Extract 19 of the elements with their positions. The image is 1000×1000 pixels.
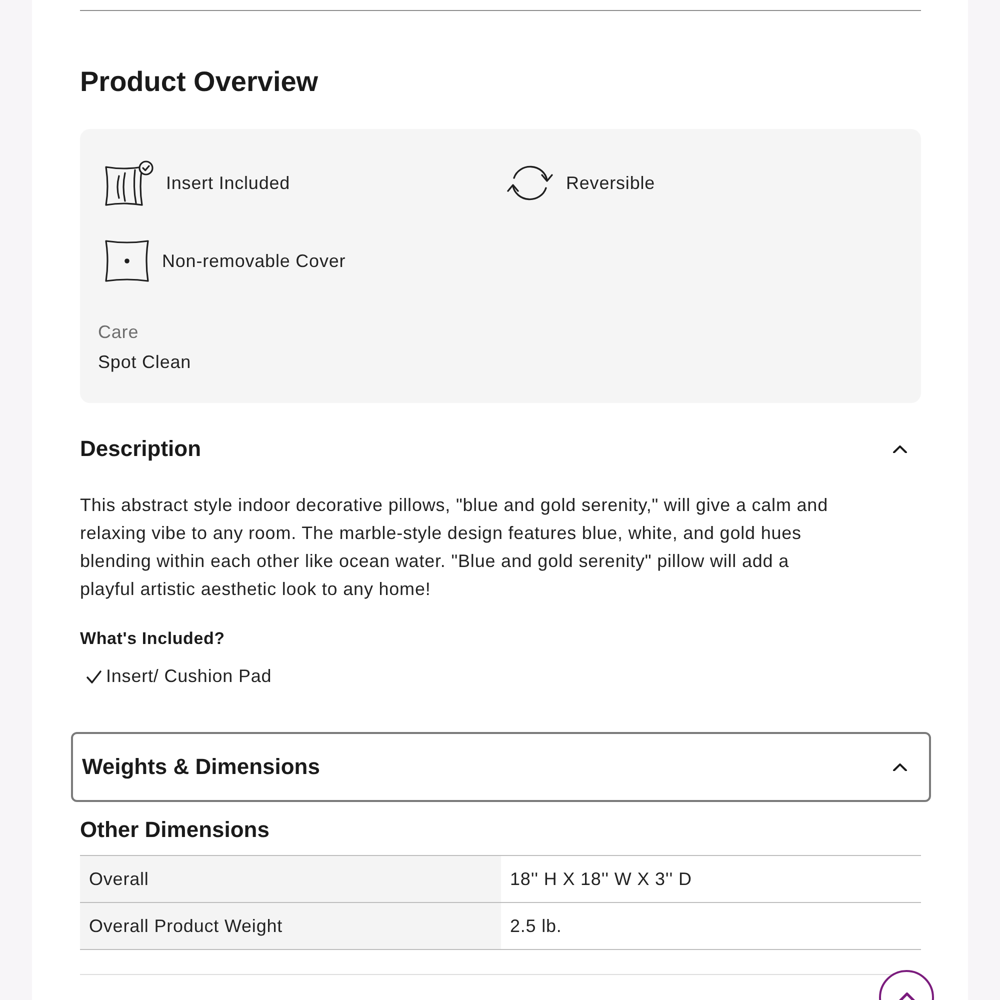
section-title: Product Overview [80,65,320,99]
spec-label-cell: Overall [80,856,501,902]
feature-label: Reversible [566,172,656,194]
pillow-check-icon [104,160,154,206]
spec-value-cell: 18'' H X 18'' W X 3'' D [501,856,921,902]
description-text: This abstract style indoor decorative pillows, "blue and gold serenity," will give a calm and relaxing vibe to any room. The marble-style design features blue, white, and gold hues blending within each other like ocean water. "Blue and gold serenity" pillow will add a playful artistic aesthetic look to any home! [80,494,829,601]
feature-label: Insert Included [166,172,290,194]
feature-label: Non-removable Cover [162,250,346,272]
care-label: Care [98,321,140,344]
included-item: Insert/ Cushion Pad [106,666,272,687]
spec-label-cell: Overall Product Weight [80,902,501,950]
included-title: What's Included? [80,628,226,650]
circular-arrows-icon [506,163,554,203]
care-value: Spot Clean [98,351,192,374]
dimensions-subtitle: Other Dimensions [80,816,270,844]
spec-value-cell: 2.5 lb. [501,902,921,950]
dimensions-accordion-header[interactable]: Weights & Dimensions [71,732,931,802]
check-icon [86,670,102,684]
chevron-up-icon [898,992,916,1000]
